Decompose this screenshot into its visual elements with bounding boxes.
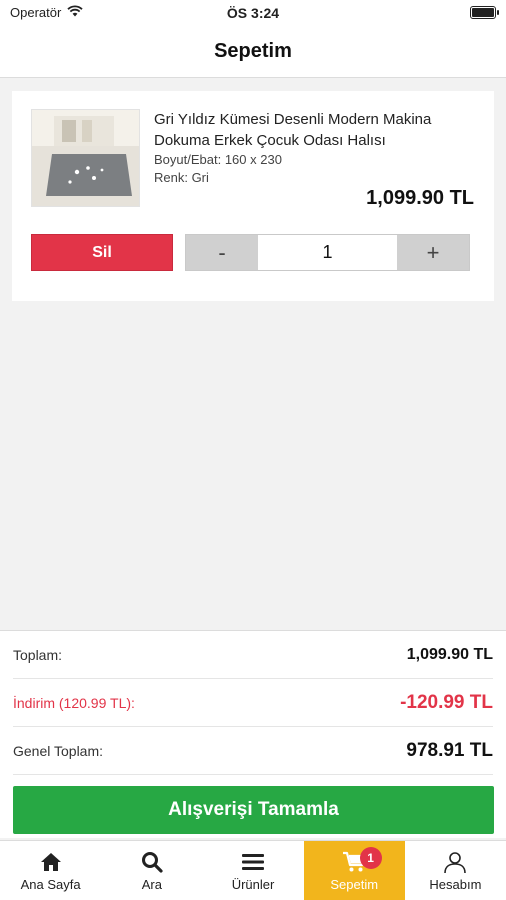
tab-home-label: Ana Sayfa <box>20 877 81 892</box>
cart-item: Gri Yıldız Kümesi Desenli Modern Makina … <box>12 91 494 301</box>
grand-total-row: Genel Toplam: 978.91 TL <box>13 727 493 775</box>
tab-search[interactable]: Ara <box>101 841 202 900</box>
tab-cart-label: Sepetim <box>330 877 379 892</box>
product-price: 1,099.90 TL <box>366 187 474 209</box>
discount-row: İndirim (120.99 TL): -120.99 TL <box>13 679 493 727</box>
quantity-stepper: - 1 + <box>185 234 470 271</box>
tab-bar: Ana Sayfa Ara Ürünler 1 Sepetim Hesabım <box>0 840 506 900</box>
order-summary: Toplam: 1,099.90 TL İndirim (120.99 TL):… <box>0 630 506 838</box>
grand-total-value: 978.91 TL <box>406 739 493 761</box>
discount-label: İndirim (120.99 TL): <box>13 694 135 711</box>
subtotal-value: 1,099.90 TL <box>406 645 493 663</box>
subtotal-row: Toplam: 1,099.90 TL <box>13 631 493 679</box>
cart-count-badge: 1 <box>359 847 382 869</box>
grand-total-label: Genel Toplam: <box>13 742 104 759</box>
tab-account[interactable]: Hesabım <box>405 841 506 900</box>
subtotal-label: Toplam: <box>13 646 63 663</box>
status-time: ÖS 3:24 <box>226 5 280 21</box>
discount-value: -120.99 TL <box>400 691 493 713</box>
page-title: Sepetim <box>214 40 292 62</box>
status-bar: Operatör ÖS 3:24 <box>0 0 506 26</box>
search-icon <box>141 849 163 875</box>
tab-cart[interactable]: 1 Sepetim <box>303 841 405 900</box>
product-size: Boyut/Ebat: 160 x 230 <box>154 152 282 167</box>
product-color: Renk: Gri <box>154 170 209 185</box>
tab-account-label: Hesabım <box>429 877 482 892</box>
tab-products-label: Ürünler <box>231 877 275 892</box>
navigation-bar: Sepetim <box>0 26 506 78</box>
quantity-value[interactable]: 1 <box>258 235 397 270</box>
tab-products[interactable]: Ürünler <box>202 841 303 900</box>
increment-button[interactable]: + <box>397 235 469 270</box>
battery-icon <box>470 6 499 19</box>
tab-home[interactable]: Ana Sayfa <box>0 841 101 900</box>
product-name[interactable]: Gri Yıldız Kümesi Desenli Modern Makina … <box>154 109 484 151</box>
decrement-button[interactable]: - <box>186 235 258 270</box>
tab-search-label: Ara <box>141 877 162 892</box>
user-icon <box>443 849 467 875</box>
delete-button[interactable]: Sil <box>31 234 173 271</box>
checkout-button[interactable]: Alışverişi Tamamla <box>13 786 494 834</box>
menu-icon <box>242 849 264 875</box>
home-icon <box>40 849 62 875</box>
product-image[interactable] <box>31 109 140 207</box>
